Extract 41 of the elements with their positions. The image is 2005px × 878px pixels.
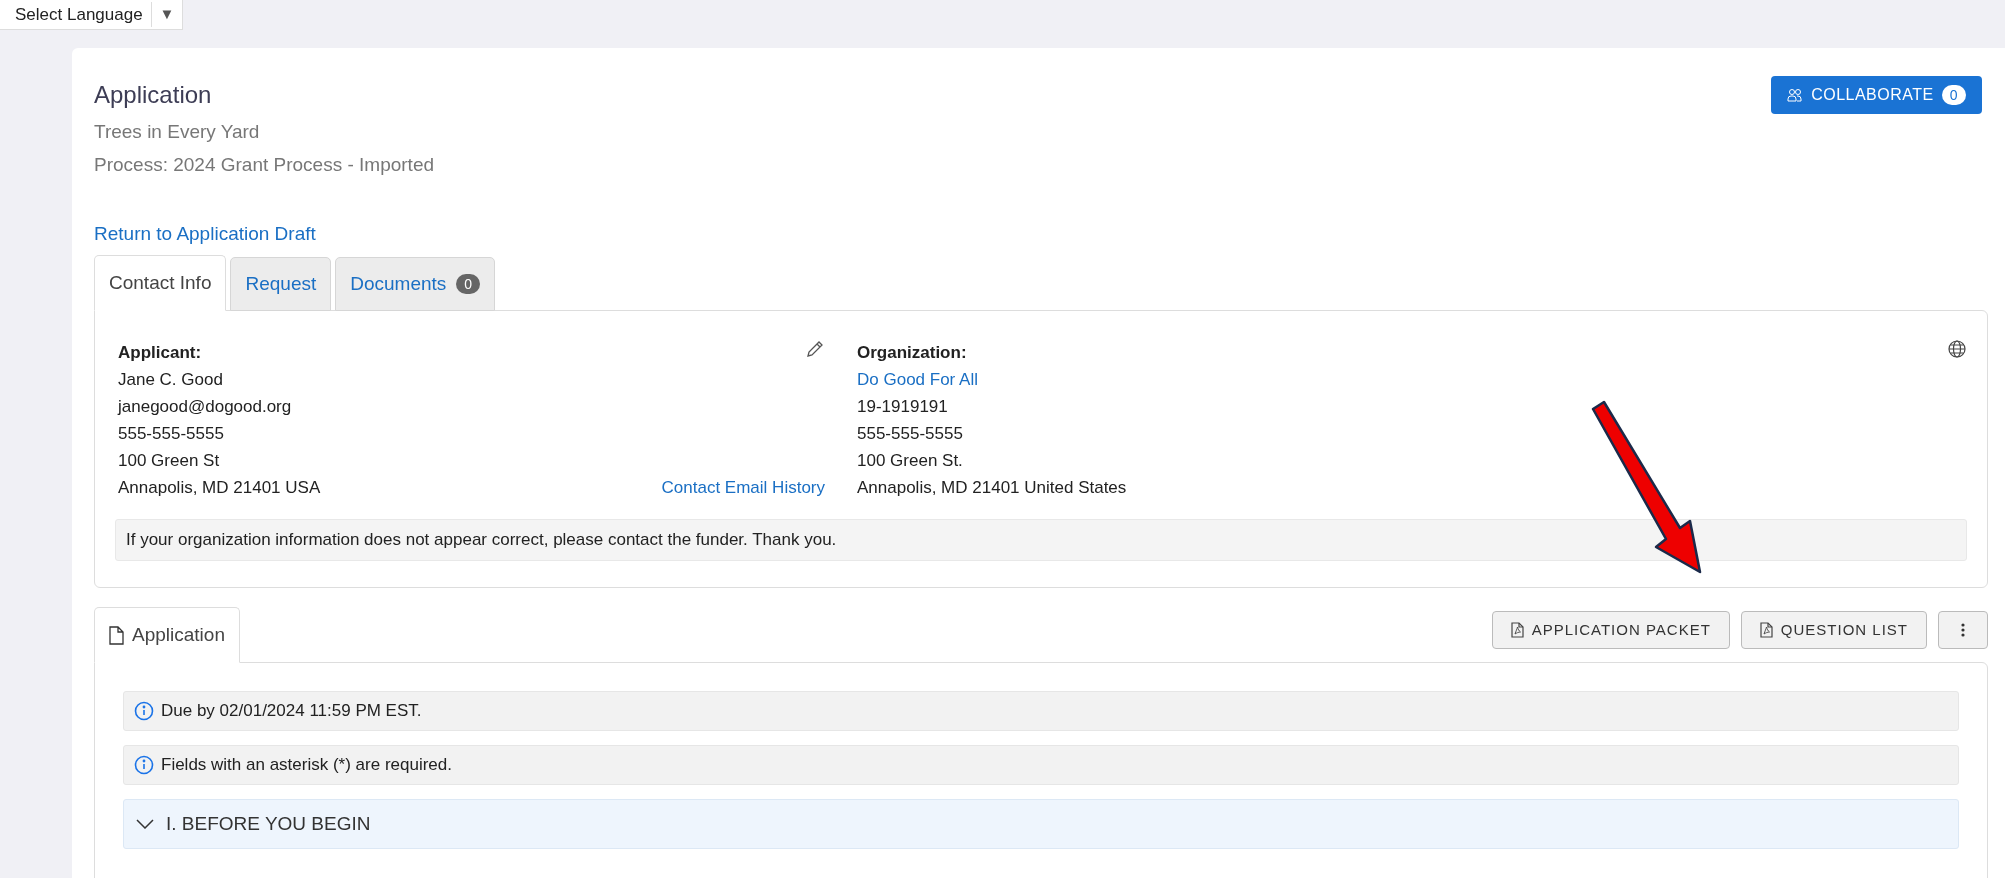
caret-icon: ▼ xyxy=(151,3,183,26)
collaborator-count: 0 xyxy=(1941,85,1966,105)
applicant-detail: Annapolis, MD 21401 USA xyxy=(118,477,321,499)
return-link[interactable]: Return to Application Draft xyxy=(94,221,316,247)
process-name: Process: 2024 Grant Process - Imported xyxy=(94,153,435,177)
tab[interactable]: Documents 0 xyxy=(335,257,496,311)
applicant-detail: 100 Green St xyxy=(118,450,221,472)
globe-icon[interactable] xyxy=(1947,339,1967,359)
applicant-detail: Jane C. Good xyxy=(118,369,224,391)
organization-heading: Organization: xyxy=(857,342,967,364)
section-header[interactable]: I. BEFORE YOU BEGIN xyxy=(123,799,1959,849)
info-icon xyxy=(134,701,154,721)
applicant-detail: janegood@dogood.org xyxy=(118,396,293,418)
page-title: Application xyxy=(94,80,213,110)
info-icon xyxy=(134,755,154,775)
applicant-heading: Applicant: xyxy=(118,342,202,364)
collaborate-button[interactable]: COLLABORATE 0 xyxy=(1771,76,1982,114)
pdf-download-button[interactable]: QUESTION LIST xyxy=(1740,611,1927,649)
organization-detail: 100 Green St. xyxy=(857,450,964,472)
info-text: Due by 02/01/2024 11:59 PM EST. xyxy=(161,700,422,723)
tab[interactable]: Request xyxy=(230,257,332,311)
application-tab[interactable]: Application xyxy=(94,607,240,663)
notice-text: If your organization information does not appear correct, please contact the funder. Thank you. xyxy=(126,529,837,552)
people-icon xyxy=(1787,88,1804,102)
document-icon xyxy=(109,625,124,645)
vertical-dots-icon xyxy=(1961,623,1965,637)
tab-count: 0 xyxy=(456,274,481,294)
applicant-detail: 555-555-5555 xyxy=(118,423,225,445)
organization-detail: 555-555-5555 xyxy=(857,423,964,445)
organization-link[interactable]: Do Good For All xyxy=(857,366,978,393)
pdf-file-icon xyxy=(1510,622,1524,638)
pdf-download-button[interactable]: APPLICATION PACKET xyxy=(1491,611,1730,649)
pdf-file-icon xyxy=(1759,622,1773,638)
tab[interactable]: Contact Info xyxy=(94,255,227,311)
application-name: Trees in Every Yard xyxy=(94,120,261,144)
email-history-link[interactable]: Contact Email History xyxy=(661,474,825,501)
language-selector[interactable]: Select Language ▼ xyxy=(0,0,184,30)
pencil-icon[interactable] xyxy=(805,339,825,359)
organization-detail: Annapolis, MD 21401 United States xyxy=(857,477,1128,499)
info-text: Fields with an asterisk (*) are required. xyxy=(161,754,452,777)
organization-detail: 19-1919191 xyxy=(857,396,949,418)
